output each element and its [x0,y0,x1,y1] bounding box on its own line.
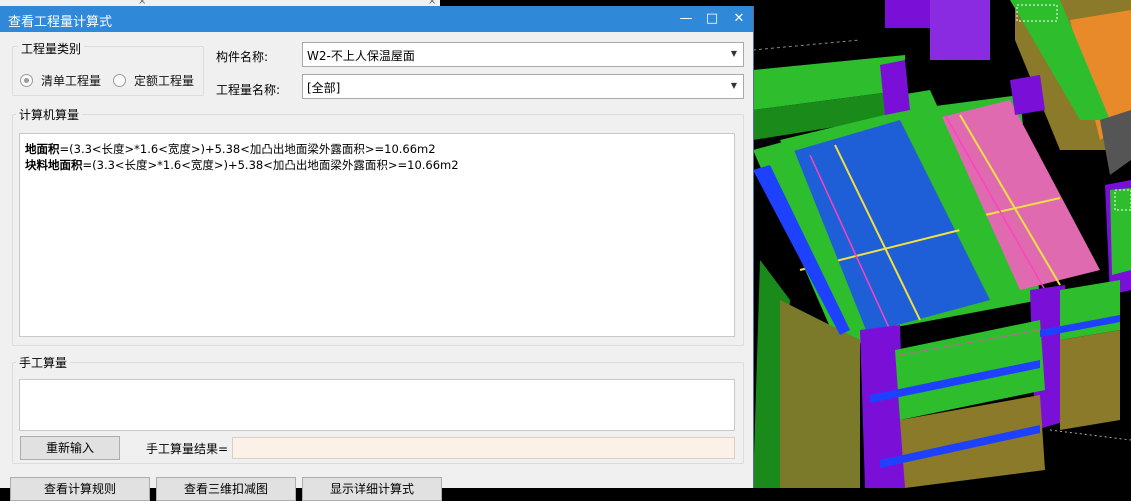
formula-expression: =(3.3<长度>*1.6<宽度>)+5.38<加凸出地面梁外露面积>=10.6… [59,142,436,156]
radio-label: 定额工程量 [134,74,195,88]
formula-line: 地面积=(3.3<长度>*1.6<宽度>)+5.38<加凸出地面梁外露面积>=1… [25,141,436,157]
component-name-label: 构件名称: [216,50,269,64]
formula-name: 地面积 [25,142,60,156]
show-detailed-formula-button[interactable]: 显示详细计算式 [302,477,442,501]
minimize-icon[interactable]: — [677,10,695,28]
formula-name: 块料地面积 [25,158,83,172]
quantity-name-select[interactable]: [全部] ▼ [302,74,744,99]
component-name-value: W2-不上人保温屋面 [307,49,415,63]
radio-list-quantity[interactable]: 清单工程量 [20,72,101,89]
quantity-name-label: 工程量名称: [216,83,281,97]
close-icon[interactable]: ✕ [730,10,748,28]
manual-formula-input[interactable] [19,379,735,431]
view-calc-rules-button[interactable]: 查看计算规则 [10,477,150,501]
dialog-title: 查看工程量计算式 [8,15,113,30]
manual-quantity-legend: 手工算量 [16,354,71,371]
radio-quota-quantity[interactable]: 定额工程量 [113,72,194,89]
computed-quantity-legend: 计算机算量 [16,106,83,123]
reinput-button[interactable]: 重新输入 [20,436,120,460]
manual-result-label: 手工算量结果= [146,442,229,456]
manual-result-field[interactable] [232,437,735,459]
quantity-name-value: [全部] [307,81,341,95]
computed-formula-box[interactable]: 地面积=(3.3<长度>*1.6<宽度>)+5.38<加凸出地面梁外露面积>=1… [19,133,735,337]
radio-label: 清单工程量 [41,74,102,88]
component-name-select[interactable]: W2-不上人保温屋面 ▼ [302,42,744,67]
formula-expression: =(3.3<长度>*1.6<宽度>)+5.38<加凸出地面梁外露面积>=10.6… [82,158,459,172]
radio-selected-icon [20,74,33,87]
maximize-icon[interactable]: □ [703,10,721,28]
dialog-titlebar[interactable]: 查看工程量计算式 — □ ✕ [0,6,753,32]
quantity-type-legend: 工程量类别 [18,40,85,57]
chevron-down-icon: ▼ [730,49,737,58]
quantity-formula-dialog: 查看工程量计算式 — □ ✕ 工程量类别 清单工程量 定额工程量 构件名称: W… [0,6,753,501]
formula-line: 块料地面积=(3.3<长度>*1.6<宽度>)+5.38<加凸出地面梁外露面积>… [25,157,459,173]
radio-unselected-icon [113,74,126,87]
view-3d-deduction-button[interactable]: 查看三维扣减图 [156,477,296,501]
chevron-down-icon: ▼ [730,81,737,90]
